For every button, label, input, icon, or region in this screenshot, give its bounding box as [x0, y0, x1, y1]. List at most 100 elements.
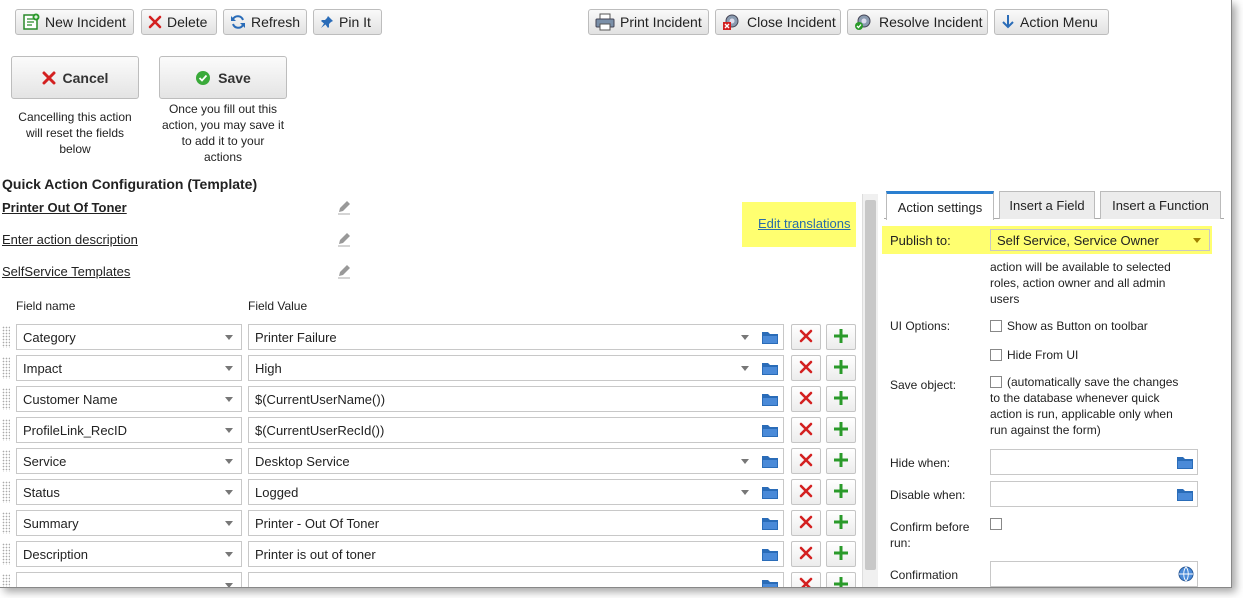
drag-handle[interactable] — [2, 388, 10, 410]
remove-field-button[interactable] — [791, 448, 821, 474]
action-menu-button[interactable]: Action Menu — [994, 9, 1109, 35]
edit-description-pencil-icon[interactable] — [336, 231, 352, 247]
show-as-button-checkbox[interactable] — [990, 320, 1002, 332]
folder-icon[interactable] — [761, 485, 779, 503]
drag-handle[interactable] — [2, 481, 10, 503]
field-value-input[interactable]: High — [248, 355, 784, 381]
field-value-input[interactable]: Printer - Out Of Toner — [248, 510, 784, 536]
plus-icon — [833, 514, 849, 533]
field-name-select[interactable]: Summary — [16, 510, 242, 536]
drag-handle[interactable] — [2, 326, 10, 348]
plus-icon — [833, 359, 849, 378]
publish-help-line: users — [990, 292, 1020, 306]
add-field-button[interactable] — [826, 324, 856, 350]
field-name-select[interactable]: ProfileLink_RecID — [16, 417, 242, 443]
folder-icon[interactable] — [1176, 487, 1194, 502]
folder-icon[interactable] — [761, 361, 779, 379]
folder-icon[interactable] — [761, 392, 779, 410]
field-name-select[interactable]: Customer Name — [16, 386, 242, 412]
field-value-input[interactable] — [248, 572, 784, 587]
field-value-input[interactable]: Printer Failure — [248, 324, 784, 350]
folder-icon[interactable] — [761, 330, 779, 348]
remove-field-button[interactable] — [791, 572, 821, 587]
action-name-link[interactable]: Printer Out Of Toner — [2, 200, 127, 215]
folder-icon[interactable] — [761, 423, 779, 441]
field-name-select[interactable]: Status — [16, 479, 242, 505]
disable-when-input[interactable] — [990, 481, 1198, 507]
cancel-icon — [42, 71, 56, 84]
field-name-select[interactable]: Category — [16, 324, 242, 350]
delete-button[interactable]: Delete — [141, 9, 217, 35]
remove-field-button[interactable] — [791, 355, 821, 381]
save-button[interactable]: Save — [159, 56, 287, 99]
add-field-button[interactable] — [826, 572, 856, 587]
folder-icon[interactable] — [761, 516, 779, 534]
field-value-input[interactable]: $(CurrentUserName()) — [248, 386, 784, 412]
action-description-link[interactable]: Enter action description — [2, 232, 138, 247]
save-help-line: Once you fill out this — [168, 102, 278, 116]
print-incident-button[interactable]: Print Incident — [588, 9, 709, 35]
drag-handle[interactable] — [2, 450, 10, 472]
chevron-down-icon[interactable] — [741, 366, 749, 371]
disable-when-label: Disable when: — [890, 488, 966, 502]
field-name-select[interactable]: Description — [16, 541, 242, 567]
refresh-button[interactable]: Refresh — [223, 9, 307, 35]
action-category-link[interactable]: SelfService Templates — [2, 264, 130, 279]
confirm-before-run-checkbox[interactable] — [990, 518, 1002, 530]
folder-icon[interactable] — [761, 547, 779, 565]
publish-select[interactable]: Self Service, Service Owner — [990, 229, 1210, 251]
globe-icon[interactable] — [1178, 566, 1194, 582]
new-incident-button[interactable]: New Incident — [15, 9, 134, 35]
chevron-down-icon[interactable] — [741, 335, 749, 340]
confirm-label-line: run: — [890, 536, 911, 550]
edit-name-pencil-icon[interactable] — [336, 199, 352, 215]
confirmation-input[interactable] — [990, 561, 1198, 587]
remove-field-button[interactable] — [791, 324, 821, 350]
add-field-button[interactable] — [826, 386, 856, 412]
drag-handle[interactable] — [2, 357, 10, 379]
tab-action-settings[interactable]: Action settings — [886, 191, 994, 220]
field-value-input[interactable]: Printer is out of toner — [248, 541, 784, 567]
tab-insert-function[interactable]: Insert a Function — [1100, 191, 1221, 219]
remove-field-button[interactable] — [791, 479, 821, 505]
cancel-button[interactable]: Cancel — [11, 56, 139, 99]
scrollbar-thumb[interactable] — [865, 200, 876, 570]
resolve-incident-button[interactable]: Resolve Incident — [847, 9, 988, 35]
pin-it-button[interactable]: Pin It — [313, 9, 382, 35]
drag-handle[interactable] — [2, 574, 10, 587]
hide-when-input[interactable] — [990, 449, 1198, 475]
add-field-button[interactable] — [826, 355, 856, 381]
field-value-input[interactable]: $(CurrentUserRecId()) — [248, 417, 784, 443]
drag-handle[interactable] — [2, 512, 10, 534]
chevron-down-icon[interactable] — [741, 490, 749, 495]
fields-scrollbar[interactable] — [862, 194, 878, 587]
add-field-button[interactable] — [826, 510, 856, 536]
close-incident-button[interactable]: Close Incident — [715, 9, 841, 35]
delete-icon — [148, 15, 162, 29]
field-name-value: Impact — [23, 361, 63, 376]
hide-from-ui-checkbox[interactable] — [990, 349, 1002, 361]
field-value-input[interactable]: Logged — [248, 479, 784, 505]
folder-icon[interactable] — [761, 578, 779, 587]
edit-category-pencil-icon[interactable] — [336, 263, 352, 279]
folder-icon[interactable] — [761, 454, 779, 472]
field-name-select[interactable]: Service — [16, 448, 242, 474]
remove-field-button[interactable] — [791, 510, 821, 536]
tab-insert-field[interactable]: Insert a Field — [999, 191, 1095, 219]
edit-translations-link[interactable]: Edit translations — [758, 216, 851, 231]
add-field-button[interactable] — [826, 479, 856, 505]
chevron-down-icon[interactable] — [741, 459, 749, 464]
add-field-button[interactable] — [826, 448, 856, 474]
drag-handle[interactable] — [2, 419, 10, 441]
add-field-button[interactable] — [826, 417, 856, 443]
cancel-help-line: will reset the fields — [25, 126, 125, 140]
add-field-button[interactable] — [826, 541, 856, 567]
folder-icon[interactable] — [1176, 455, 1194, 470]
remove-field-button[interactable] — [791, 541, 821, 567]
field-name-select[interactable] — [16, 572, 242, 587]
field-value-input[interactable]: Desktop Service — [248, 448, 784, 474]
field-name-select[interactable]: Impact — [16, 355, 242, 381]
remove-field-button[interactable] — [791, 417, 821, 443]
remove-field-button[interactable] — [791, 386, 821, 412]
drag-handle[interactable] — [2, 543, 10, 565]
